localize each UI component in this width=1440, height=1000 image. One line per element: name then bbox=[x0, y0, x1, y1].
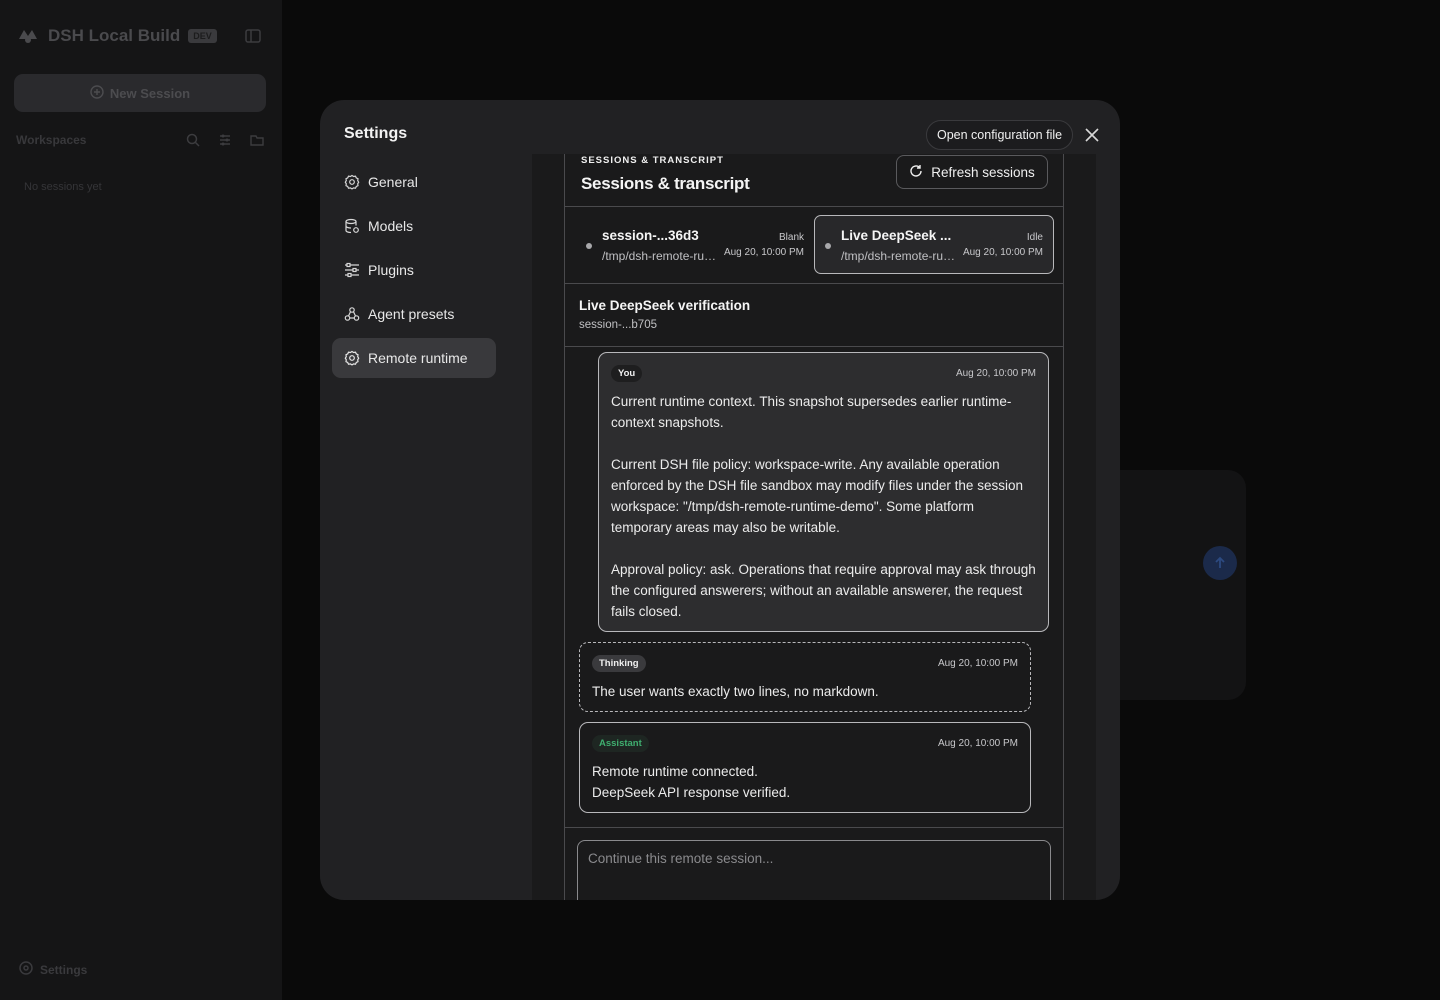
session-card-selected[interactable]: Live DeepSeek ... Idle /tmp/dsh-remote-r… bbox=[814, 215, 1054, 274]
session-detail: Live DeepSeek verification session-...b7… bbox=[565, 284, 1063, 347]
session-card[interactable]: session-...36d3 Blank /tmp/dsh-remote-ru… bbox=[575, 215, 815, 274]
message-time: Aug 20, 10:00 PM bbox=[937, 658, 1018, 669]
app-settings-label: Settings bbox=[40, 962, 88, 977]
empty-sessions-text: No sessions yet bbox=[24, 181, 102, 193]
send-icon bbox=[1203, 546, 1237, 580]
nav-item-models[interactable]: Models bbox=[332, 206, 496, 246]
build-badge: DEV bbox=[188, 29, 217, 43]
section-eyebrow: Sessions & transcript bbox=[581, 155, 724, 166]
session-list: session-...36d3 Blank /tmp/dsh-remote-ru… bbox=[565, 207, 1063, 284]
session-name: session-...36d3 bbox=[602, 228, 699, 243]
role-badge: Assistant bbox=[592, 735, 649, 752]
user-message: You Aug 20, 10:00 PM Current runtime con… bbox=[598, 352, 1049, 632]
nav-item-remote-runtime[interactable]: Remote runtime bbox=[332, 338, 496, 378]
nav-label-models: Models bbox=[368, 218, 414, 234]
new-session-label: New Session bbox=[109, 85, 191, 101]
filter-icon[interactable] bbox=[218, 132, 234, 148]
sliders-icon bbox=[344, 262, 360, 278]
section-title: Sessions & transcript bbox=[581, 174, 750, 193]
search-icon[interactable] bbox=[186, 132, 202, 148]
database-icon bbox=[344, 218, 360, 234]
background-composer-card bbox=[1100, 470, 1246, 700]
settings-nav: General Models Plugins Agent presets Rem… bbox=[332, 162, 496, 382]
session-path: /tmp/dsh-remote-runtime-demo bbox=[841, 249, 961, 263]
plus-circle-icon bbox=[90, 84, 104, 102]
new-folder-icon[interactable] bbox=[250, 132, 266, 148]
nav-label-plugins: Plugins bbox=[368, 262, 414, 278]
message-paragraph: Current runtime context. This snapshot s… bbox=[611, 394, 1012, 430]
message-time: Aug 20, 10:00 PM bbox=[937, 738, 1018, 749]
assistant-message: Assistant Aug 20, 10:00 PM Remote runtim… bbox=[579, 722, 1031, 813]
refresh-sessions-button[interactable]: Refresh sessions bbox=[896, 155, 1048, 189]
session-path: /tmp/dsh-remote-runtime-demo bbox=[602, 249, 722, 263]
message-line: DeepSeek API response verified. bbox=[592, 785, 791, 800]
nav-item-agent-presets[interactable]: Agent presets bbox=[332, 294, 496, 334]
composer-area bbox=[565, 827, 1063, 900]
nav-item-plugins[interactable]: Plugins bbox=[332, 250, 496, 290]
message-paragraph: Approval policy: ask. Operations that re… bbox=[611, 562, 1036, 619]
session-time: Aug 20, 10:00 PM bbox=[723, 247, 804, 258]
message-line: Remote runtime connected. bbox=[592, 764, 758, 779]
role-badge: You bbox=[611, 365, 643, 382]
nav-label-remote-runtime: Remote runtime bbox=[368, 350, 468, 366]
brand-name: DSH Local Build bbox=[48, 26, 181, 45]
open-config-button[interactable]: Open configuration file bbox=[926, 120, 1074, 150]
settings-modal: Settings Open configuration file General… bbox=[320, 100, 1120, 900]
message-body: The user wants exactly two lines, no mar… bbox=[592, 684, 879, 699]
status-dot bbox=[825, 243, 831, 249]
modal-title: Settings bbox=[344, 125, 408, 142]
sidebar-toggle-icon[interactable] bbox=[244, 27, 262, 45]
session-detail-title: Live DeepSeek verification bbox=[579, 298, 751, 313]
sessions-pane: Sessions & transcript Sessions & transcr… bbox=[564, 154, 1064, 900]
brand: DSH Local Build DEV bbox=[16, 24, 217, 48]
gear-icon bbox=[18, 960, 34, 979]
session-time: Aug 20, 10:00 PM bbox=[962, 247, 1043, 258]
workspaces-title: Workspaces bbox=[16, 133, 87, 147]
workspaces-header: Workspaces bbox=[16, 132, 266, 148]
role-badge: Thinking bbox=[592, 655, 646, 672]
logo-icon bbox=[16, 24, 40, 48]
thinking-message: Thinking Aug 20, 10:00 PM The user wants… bbox=[579, 642, 1031, 712]
pane-header: Sessions & transcript Sessions & transcr… bbox=[565, 154, 1063, 207]
message-body: Current runtime context. This snapshot s… bbox=[611, 391, 1036, 622]
nav-label-agent-presets: Agent presets bbox=[368, 306, 455, 322]
settings-content: Sessions & transcript Sessions & transcr… bbox=[532, 154, 1096, 900]
session-status: Blank bbox=[778, 232, 804, 243]
refresh-label: Refresh sessions bbox=[931, 164, 1035, 180]
close-icon[interactable] bbox=[1083, 126, 1101, 144]
session-name: Live DeepSeek ... bbox=[841, 228, 952, 243]
status-dot bbox=[586, 243, 592, 249]
presets-icon bbox=[344, 306, 360, 322]
message-time: Aug 20, 10:00 PM bbox=[955, 368, 1036, 379]
nav-label-general: General bbox=[368, 174, 418, 190]
gear-icon bbox=[344, 350, 360, 366]
session-status: Idle bbox=[1026, 232, 1043, 243]
session-detail-id: session-...b705 bbox=[579, 319, 657, 331]
app-settings-button[interactable]: Settings bbox=[18, 960, 87, 979]
message-paragraph: Current DSH file policy: workspace-write… bbox=[611, 457, 1023, 535]
continue-session-input[interactable] bbox=[577, 840, 1051, 900]
message-body: Remote runtime connected. DeepSeek API r… bbox=[592, 761, 1018, 803]
nav-item-general[interactable]: General bbox=[332, 162, 496, 202]
refresh-icon bbox=[909, 164, 923, 181]
app-sidebar: DSH Local Build DEV New Session Workspac… bbox=[0, 0, 282, 1000]
gear-icon bbox=[344, 174, 360, 190]
new-session-button[interactable]: New Session bbox=[14, 74, 266, 112]
